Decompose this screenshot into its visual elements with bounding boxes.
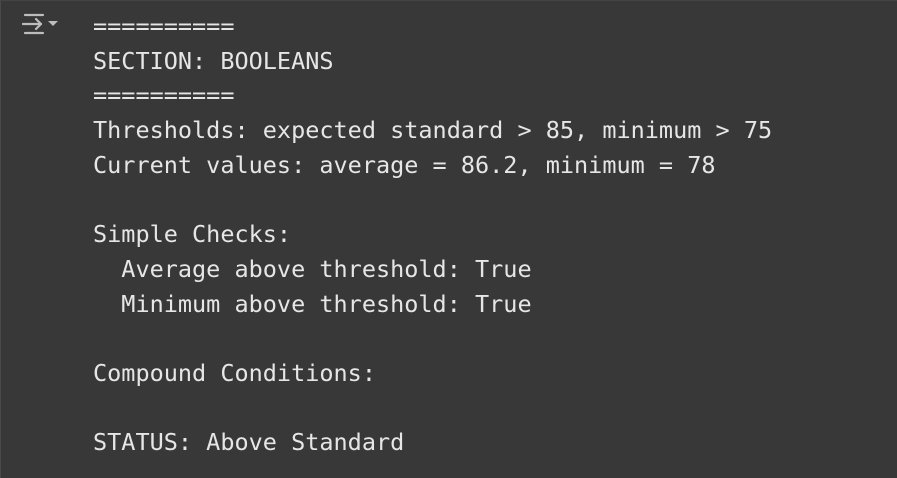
output-line-current-values: Current values: average = 86.2, minimum … [93,150,716,179]
output-line-blank-2 [93,321,772,356]
clear-output-icon[interactable] [21,9,65,45]
output-line-section-title: SECTION: BOOLEANS [93,46,334,75]
output-line-blank-1 [93,182,772,217]
output-line-status: STATUS: Above Standard [93,428,405,457]
output-actions-icon [21,13,58,35]
output-cell: ========== SECTION: BOOLEANS ========== Thr… [0,0,897,478]
output-line-blank-3 [93,391,772,426]
output-line-separator-bottom: ========== [93,81,235,110]
output-line-minimum-check: Minimum above threshold: True [93,289,532,318]
output-line-compound-heading: Compound Conditions: [93,358,376,387]
output-line-average-check: Average above threshold: True [93,254,532,283]
output-line-thresholds: Thresholds: expected standard > 85, mini… [93,116,773,145]
output-line-separator-top: ========== [93,12,235,40]
cell-output-text: ========== SECTION: BOOLEANS ========== Thr… [93,9,772,460]
output-line-simple-checks-heading: Simple Checks: [93,220,292,249]
